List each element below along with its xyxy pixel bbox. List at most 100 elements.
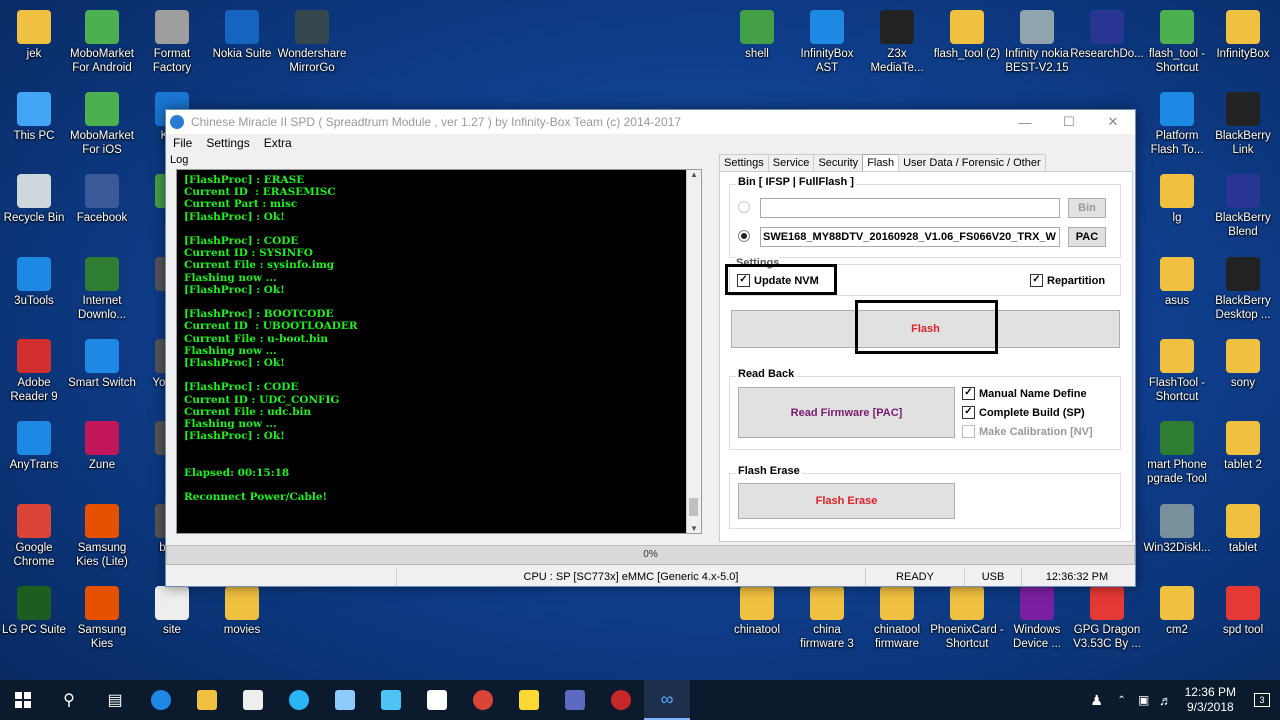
- desktop-icon[interactable]: PhoenixCard - Shortcut: [930, 586, 1004, 651]
- tab-flash[interactable]: Flash: [862, 154, 900, 171]
- clock[interactable]: 12:36 PM 9/3/2018: [1177, 685, 1244, 715]
- desktop-icon[interactable]: site: [135, 586, 209, 637]
- pac-button[interactable]: PAC: [1068, 227, 1106, 247]
- desktop-icon[interactable]: Facebook: [65, 174, 139, 225]
- tab-settings[interactable]: Settings: [719, 154, 769, 171]
- desktop-icon[interactable]: 3uTools: [0, 257, 71, 308]
- chevron-up-icon[interactable]: ⌃: [1111, 680, 1133, 720]
- desktop-icon[interactable]: spd tool: [1206, 586, 1280, 637]
- scroll-down-icon[interactable]: ▼: [687, 524, 701, 533]
- desktop-icon[interactable]: Wondershare MirrorGo: [275, 10, 349, 75]
- app-icon-5[interactable]: [598, 680, 644, 720]
- maximize-button[interactable]: ☐: [1047, 114, 1091, 130]
- title-bar[interactable]: Chinese Miracle II SPD ( Spreadtrum Modu…: [166, 110, 1135, 134]
- desktop-icon[interactable]: flash_tool (2): [930, 10, 1004, 61]
- store-icon[interactable]: [230, 680, 276, 720]
- app-icon-1[interactable]: [322, 680, 368, 720]
- scroll-up-icon[interactable]: ▲: [687, 170, 701, 179]
- desktop-icon[interactable]: LG PC Suite: [0, 586, 71, 637]
- desktop-icon[interactable]: BlackBerry Desktop ...: [1206, 257, 1280, 322]
- log-console[interactable]: [FlashProc] : ERASE Current ID : ERASEMI…: [176, 169, 702, 534]
- desktop-icon[interactable]: lg: [1140, 174, 1214, 225]
- desktop-icon[interactable]: asus: [1140, 257, 1214, 308]
- people-icon[interactable]: ♟: [1083, 680, 1111, 720]
- internet-explorer-icon[interactable]: [276, 680, 322, 720]
- desktop-icon[interactable]: MoboMarket For Android: [65, 10, 139, 75]
- desktop-icon[interactable]: Windows Device ...: [1000, 586, 1074, 651]
- desktop-icon[interactable]: MoboMarket For iOS: [65, 92, 139, 157]
- bin-radio[interactable]: [738, 201, 750, 213]
- app-icon-3[interactable]: [506, 680, 552, 720]
- desktop-icon[interactable]: sony: [1206, 339, 1280, 390]
- desktop-icon[interactable]: Adobe Reader 9: [0, 339, 71, 404]
- desktop-icon[interactable]: Win32Diskl...: [1140, 504, 1214, 555]
- desktop-icon[interactable]: jek: [0, 10, 71, 61]
- mail-icon[interactable]: [414, 680, 460, 720]
- desktop-icon[interactable]: chinatool: [720, 586, 794, 637]
- desktop-icon[interactable]: flash_tool - Shortcut: [1140, 10, 1214, 75]
- minimize-button[interactable]: —: [1003, 115, 1047, 130]
- desktop-icon[interactable]: BlackBerry Blend: [1206, 174, 1280, 239]
- desktop-icon[interactable]: movies: [205, 586, 279, 637]
- log-scrollbar[interactable]: ▲ ▼: [686, 170, 701, 533]
- desktop-icon[interactable]: Recycle Bin: [0, 174, 71, 225]
- desktop-icon[interactable]: InfinityBox AST: [790, 10, 864, 75]
- desktop-icon[interactable]: shell: [720, 10, 794, 61]
- volume-icon[interactable]: ♬: [1155, 680, 1177, 720]
- bin-button[interactable]: Bin: [1068, 198, 1106, 218]
- menu-settings[interactable]: Settings: [199, 136, 256, 150]
- desktop-icon[interactable]: Infinity nokia BEST-V2.15: [1000, 10, 1074, 75]
- desktop-icon[interactable]: Format Factory: [135, 10, 209, 75]
- read-firmware-button[interactable]: Read Firmware [PAC]: [738, 387, 955, 438]
- file-explorer-icon[interactable]: [184, 680, 230, 720]
- chrome-icon[interactable]: [460, 680, 506, 720]
- desktop-icon[interactable]: tablet: [1206, 504, 1280, 555]
- desktop-icon[interactable]: AnyTrans: [0, 421, 71, 472]
- desktop-icon[interactable]: china firmware 3: [790, 586, 864, 651]
- desktop-icon[interactable]: Nokia Suite: [205, 10, 279, 61]
- desktop-icon[interactable]: Google Chrome: [0, 504, 71, 569]
- tab-security[interactable]: Security: [813, 154, 864, 171]
- pac-path-input[interactable]: SWE168_MY88DTV_20160928_V1.06_FS066V20_T…: [760, 227, 1060, 247]
- infinity-taskbar-icon[interactable]: ∞: [644, 680, 690, 720]
- status-cpu: CPU : SP [SC773x] eMMC [Generic 4.x-5.0]: [396, 568, 865, 586]
- menu-extra[interactable]: Extra: [257, 136, 299, 150]
- menu-file[interactable]: File: [166, 136, 199, 150]
- desktop-icon[interactable]: GPG Dragon V3.53C By ...: [1070, 586, 1144, 651]
- desktop-icon[interactable]: mart Phone pgrade Tool: [1140, 421, 1214, 486]
- flash-erase-button[interactable]: Flash Erase: [738, 483, 955, 519]
- desktop-icon[interactable]: Zune: [65, 421, 139, 472]
- desktop-icon[interactable]: tablet 2: [1206, 421, 1280, 472]
- task-view-icon[interactable]: ▤: [92, 680, 138, 720]
- repartition-checkbox[interactable]: ✓ Repartition: [1030, 274, 1105, 287]
- tab-user-data[interactable]: User Data / Forensic / Other: [898, 154, 1046, 171]
- desktop-icon[interactable]: chinatool firmware: [860, 586, 934, 651]
- app-icon-4[interactable]: [552, 680, 598, 720]
- edge-icon[interactable]: [138, 680, 184, 720]
- tab-service[interactable]: Service: [767, 154, 815, 171]
- app-icon-2[interactable]: [368, 680, 414, 720]
- desktop-icon[interactable]: InfinityBox: [1206, 10, 1280, 61]
- complete-build-checkbox[interactable]: ✓ Complete Build (SP): [962, 406, 1085, 419]
- pac-radio[interactable]: [738, 230, 750, 242]
- manual-name-checkbox[interactable]: ✓ Manual Name Define: [962, 387, 1087, 400]
- desktop-icon[interactable]: This PC: [0, 92, 71, 143]
- desktop-icon[interactable]: BlackBerry Link: [1206, 92, 1280, 157]
- desktop-icon[interactable]: cm2: [1140, 586, 1214, 637]
- desktop-icon[interactable]: Samsung Kies (Lite): [65, 504, 139, 569]
- desktop-icon[interactable]: Smart Switch: [65, 339, 139, 390]
- desktop-icon[interactable]: FlashTool - Shortcut: [1140, 339, 1214, 404]
- notifications-icon[interactable]: 3: [1244, 680, 1280, 720]
- desktop-icon[interactable]: Z3x MediaTe...: [860, 10, 934, 75]
- bin-path-input[interactable]: [760, 198, 1060, 218]
- close-button[interactable]: ✕: [1091, 114, 1135, 130]
- scroll-thumb[interactable]: [689, 498, 698, 516]
- desktop-icon[interactable]: Samsung Kies: [65, 586, 139, 651]
- desktop-icon[interactable]: Platform Flash To...: [1140, 92, 1214, 157]
- search-icon[interactable]: ⚲: [46, 680, 92, 720]
- desktop-icon[interactable]: Internet Downlo...: [65, 257, 139, 322]
- desktop-icon[interactable]: ResearchDo...: [1070, 10, 1144, 61]
- network-icon[interactable]: ▣: [1133, 680, 1155, 720]
- make-calibration-checkbox[interactable]: Make Calibration [NV]: [962, 425, 1093, 438]
- start-button[interactable]: [0, 680, 46, 720]
